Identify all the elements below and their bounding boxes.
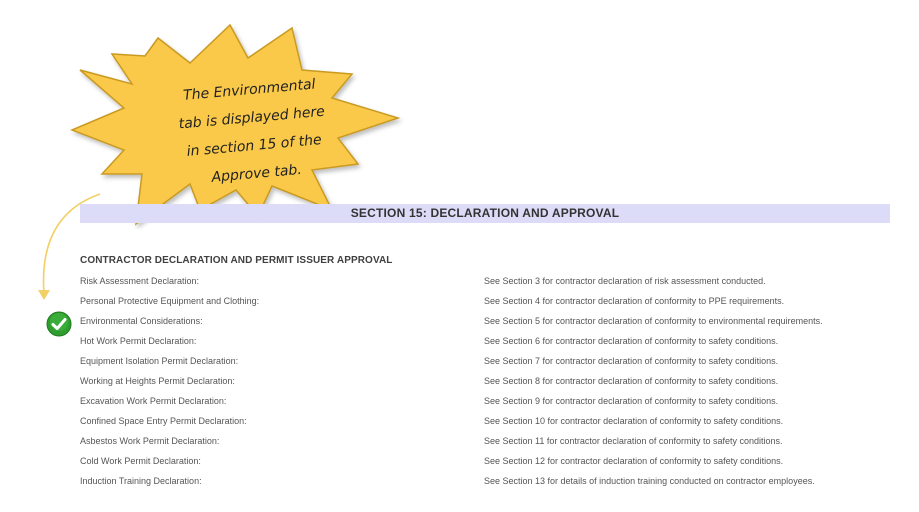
- declaration-label: Induction Training Declaration:: [80, 476, 202, 486]
- declaration-row-asbestos: Asbestos Work Permit Declaration: See Se…: [80, 432, 880, 452]
- declaration-value: See Section 13 for details of induction …: [484, 476, 815, 486]
- declaration-label: Equipment Isolation Permit Declaration:: [80, 356, 239, 366]
- callout-text: The Environmental tab is displayed here …: [153, 68, 352, 196]
- declaration-value: See Section 8 for contractor declaration…: [484, 376, 779, 386]
- declaration-row-hot-work: Hot Work Permit Declaration: See Section…: [80, 332, 880, 352]
- declaration-label: Excavation Work Permit Declaration:: [80, 396, 227, 406]
- declaration-row-working-at-heights: Working at Heights Permit Declaration: S…: [80, 372, 880, 392]
- declaration-row-excavation: Excavation Work Permit Declaration: See …: [80, 392, 880, 412]
- declaration-list: Risk Assessment Declaration: See Section…: [80, 272, 880, 492]
- declaration-row-confined-space: Confined Space Entry Permit Declaration:…: [80, 412, 880, 432]
- declaration-value: See Section 4 for contractor declaration…: [484, 296, 785, 306]
- declaration-value: See Section 12 for contractor declaratio…: [484, 456, 784, 466]
- declaration-value: See Section 5 for contractor declaration…: [484, 316, 823, 326]
- declaration-label: Confined Space Entry Permit Declaration:: [80, 416, 247, 426]
- declaration-row-risk-assessment: Risk Assessment Declaration: See Section…: [80, 272, 880, 292]
- declaration-row-ppe: Personal Protective Equipment and Clothi…: [80, 292, 880, 312]
- declaration-label: Environmental Considerations:: [80, 316, 203, 326]
- declaration-row-induction-training: Induction Training Declaration: See Sect…: [80, 472, 880, 492]
- subheading: CONTRACTOR DECLARATION AND PERMIT ISSUER…: [80, 255, 393, 266]
- declaration-row-cold-work: Cold Work Permit Declaration: See Sectio…: [80, 452, 880, 472]
- declaration-label: Cold Work Permit Declaration:: [80, 456, 201, 466]
- check-circle-icon: [46, 311, 72, 337]
- declaration-value: See Section 9 for contractor declaration…: [484, 396, 779, 406]
- declaration-label: Personal Protective Equipment and Clothi…: [80, 296, 260, 306]
- declaration-value: See Section 11 for contractor declaratio…: [484, 436, 783, 446]
- declaration-value: See Section 7 for contractor declaration…: [484, 356, 779, 366]
- declaration-label: Working at Heights Permit Declaration:: [80, 376, 235, 386]
- section-title: SECTION 15: DECLARATION AND APPROVAL: [350, 206, 620, 220]
- declaration-row-environmental: Environmental Considerations: See Sectio…: [80, 312, 880, 332]
- section-header: SECTION 15: DECLARATION AND APPROVAL: [80, 204, 890, 223]
- declaration-label: Asbestos Work Permit Declaration:: [80, 436, 220, 446]
- declaration-label: Hot Work Permit Declaration:: [80, 336, 197, 346]
- declaration-label: Risk Assessment Declaration:: [80, 276, 200, 286]
- declaration-value: See Section 3 for contractor declaration…: [484, 276, 766, 286]
- declaration-value: See Section 10 for contractor declaratio…: [484, 416, 784, 426]
- declaration-value: See Section 6 for contractor declaration…: [484, 336, 779, 346]
- declaration-row-equipment-isolation: Equipment Isolation Permit Declaration: …: [80, 352, 880, 372]
